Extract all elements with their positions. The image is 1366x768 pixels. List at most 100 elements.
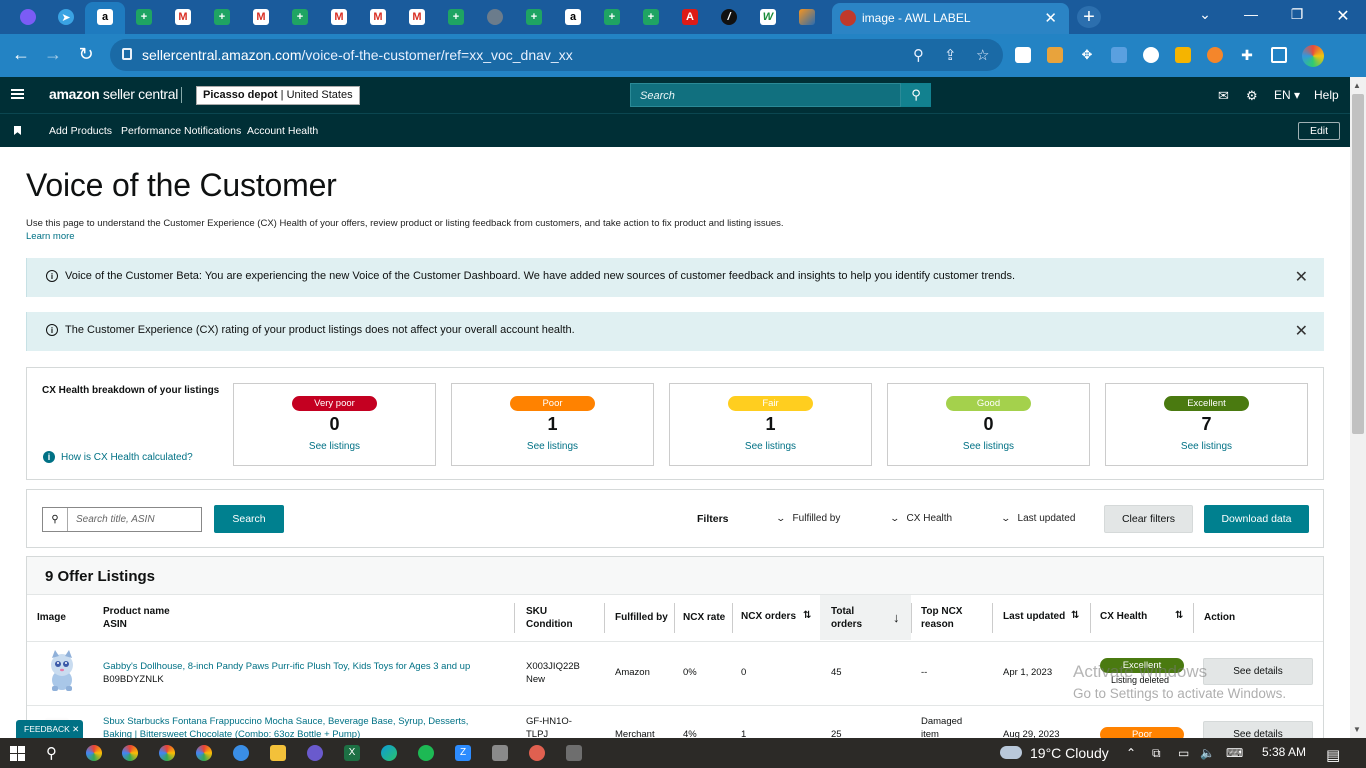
header-fulfilled-by[interactable]: Fulfilled by: [615, 611, 668, 624]
chrome-icon[interactable]: [196, 745, 212, 761]
browser-tab[interactable]: M: [360, 5, 396, 29]
reload-icon[interactable]: ↻: [75, 44, 97, 65]
browser-tab[interactable]: W: [750, 5, 786, 29]
browser-tab[interactable]: +: [633, 5, 669, 29]
chrome-icon[interactable]: [122, 745, 138, 761]
browser-tab[interactable]: M: [243, 5, 279, 29]
file-explorer-icon[interactable]: [270, 745, 286, 761]
weather-text[interactable]: 19°C Cloudy: [1030, 745, 1109, 761]
language-selector[interactable]: EN ▾: [1274, 88, 1300, 102]
extension-icon[interactable]: [1047, 47, 1063, 63]
sort-icon[interactable]: ⇅: [803, 610, 811, 621]
new-tab-button[interactable]: +: [1077, 6, 1101, 28]
download-data-button[interactable]: Download data: [1204, 505, 1309, 533]
see-listings-link[interactable]: See listings: [888, 441, 1089, 452]
browser-tab[interactable]: /: [711, 5, 747, 29]
browser-tab[interactable]: ➤: [48, 5, 84, 29]
extension-icon[interactable]: [1015, 47, 1031, 63]
extension-icon[interactable]: [1175, 47, 1191, 63]
header-top-ncx-reason[interactable]: Top NCX reason: [921, 605, 962, 631]
chrome-icon[interactable]: [159, 745, 175, 761]
keyboard-icon[interactable]: ⌨: [1226, 746, 1243, 760]
zoom-app-icon[interactable]: Z: [455, 745, 471, 761]
see-listings-link[interactable]: See listings: [452, 441, 653, 452]
browser-tab[interactable]: [789, 5, 825, 29]
close-tab-icon[interactable]: ✕: [1044, 9, 1057, 27]
header-cx-health[interactable]: CX Health: [1100, 610, 1147, 623]
scroll-up-arrow-icon[interactable]: ▲: [1353, 81, 1361, 90]
extension-icon[interactable]: [1207, 47, 1223, 63]
gear-icon[interactable]: ⚙: [1246, 88, 1258, 104]
extension-icon[interactable]: [1143, 47, 1159, 63]
restore-button[interactable]: ❐: [1282, 6, 1312, 23]
windows-start-icon[interactable]: [10, 746, 25, 761]
notifications-icon[interactable]: ▤: [1326, 746, 1340, 764]
see-listings-link[interactable]: See listings: [234, 441, 435, 452]
browser-tab[interactable]: [477, 5, 513, 29]
bookmark-star-icon[interactable]: ☆: [976, 46, 989, 64]
listing-search-input[interactable]: ⚲ Search title, ASIN: [42, 507, 202, 532]
feedback-tab[interactable]: FEEDBACK ✕: [16, 720, 83, 738]
browser-tab[interactable]: a: [87, 5, 123, 29]
volume-icon[interactable]: 🔈: [1200, 746, 1215, 760]
url-bar[interactable]: sellercentral.amazon.com/voice-of-the-cu…: [110, 39, 1003, 71]
header-sku[interactable]: SKU Condition: [526, 605, 573, 631]
extension-icon[interactable]: [1111, 47, 1127, 63]
edit-button[interactable]: Edit: [1298, 122, 1340, 140]
browser-tab[interactable]: +: [126, 5, 162, 29]
header-product-name[interactable]: Product name ASIN: [103, 605, 170, 631]
calculator-icon[interactable]: [492, 745, 508, 761]
profile-avatar[interactable]: [1302, 45, 1324, 67]
header-search-button[interactable]: ⚲: [901, 83, 931, 107]
close-icon[interactable]: ✕: [1295, 267, 1308, 287]
extension-icon[interactable]: ✥: [1079, 47, 1095, 63]
browser-tab[interactable]: M: [165, 5, 201, 29]
chrome-icon[interactable]: [86, 745, 102, 761]
browser-tab[interactable]: [10, 5, 46, 29]
paint-icon[interactable]: [529, 745, 545, 761]
subnav-add-products[interactable]: Add Products: [49, 125, 112, 137]
app-icon[interactable]: [233, 745, 249, 761]
browser-tab[interactable]: M: [321, 5, 357, 29]
how-cx-health-link[interactable]: i How is CX Health calculated?: [43, 451, 193, 463]
header-ncx-orders[interactable]: NCX orders: [741, 610, 796, 623]
filter-last-updated[interactable]: ⌄ Last updated: [1000, 513, 1075, 524]
see-listings-link[interactable]: See listings: [1106, 441, 1307, 452]
browser-tab[interactable]: M: [399, 5, 435, 29]
zoom-icon[interactable]: ⚲: [913, 46, 924, 64]
hamburger-menu-icon[interactable]: [11, 89, 24, 91]
subnav-account-health[interactable]: Account Health: [247, 125, 318, 137]
edge-icon[interactable]: [381, 745, 397, 761]
product-name-link[interactable]: Gabby's Dollhouse, 8-inch Pandy Paws Pur…: [103, 661, 470, 672]
browser-tab[interactable]: +: [594, 5, 630, 29]
browser-tab[interactable]: +: [204, 5, 240, 29]
header-total-orders[interactable]: Total orders: [831, 605, 862, 631]
browser-tab[interactable]: +: [282, 5, 318, 29]
browser-tab[interactable]: +: [516, 5, 552, 29]
product-image-plush[interactable]: [43, 650, 81, 692]
sort-icon[interactable]: ⇅: [1175, 610, 1183, 621]
learn-more-link[interactable]: Learn more: [26, 231, 75, 242]
store-switcher[interactable]: Picasso depot | United States: [196, 86, 360, 105]
search-icon[interactable]: ⚲: [46, 744, 57, 762]
see-details-button[interactable]: See details: [1203, 658, 1313, 685]
filter-fulfilled-by[interactable]: ⌄ Fulfilled by: [775, 513, 840, 524]
side-panel-icon[interactable]: [1271, 47, 1287, 63]
close-icon[interactable]: ✕: [1295, 321, 1308, 341]
mail-icon[interactable]: ✉: [1218, 88, 1229, 104]
excel-icon[interactable]: X: [344, 745, 360, 761]
bookmark-icon[interactable]: [14, 126, 21, 135]
minimize-button[interactable]: —: [1236, 6, 1266, 22]
seller-central-logo[interactable]: amazon seller central: [49, 86, 178, 102]
sort-icon[interactable]: ⇅: [1071, 610, 1079, 621]
puzzle-icon[interactable]: ✚: [1239, 47, 1255, 63]
header-ncx-rate[interactable]: NCX rate: [683, 611, 725, 624]
browser-tab[interactable]: +: [438, 5, 474, 29]
filter-cx-health[interactable]: ⌄ CX Health: [889, 513, 952, 524]
browser-tab-current[interactable]: image - AWL LABEL ✕: [832, 3, 1069, 34]
header-last-updated[interactable]: Last updated: [1003, 610, 1065, 623]
subnav-performance-notifications[interactable]: Performance Notifications: [121, 125, 241, 137]
battery-icon[interactable]: ▭: [1178, 746, 1189, 760]
clear-filters-button[interactable]: Clear filters: [1104, 505, 1193, 533]
network-icon[interactable]: ⧉: [1152, 746, 1161, 761]
